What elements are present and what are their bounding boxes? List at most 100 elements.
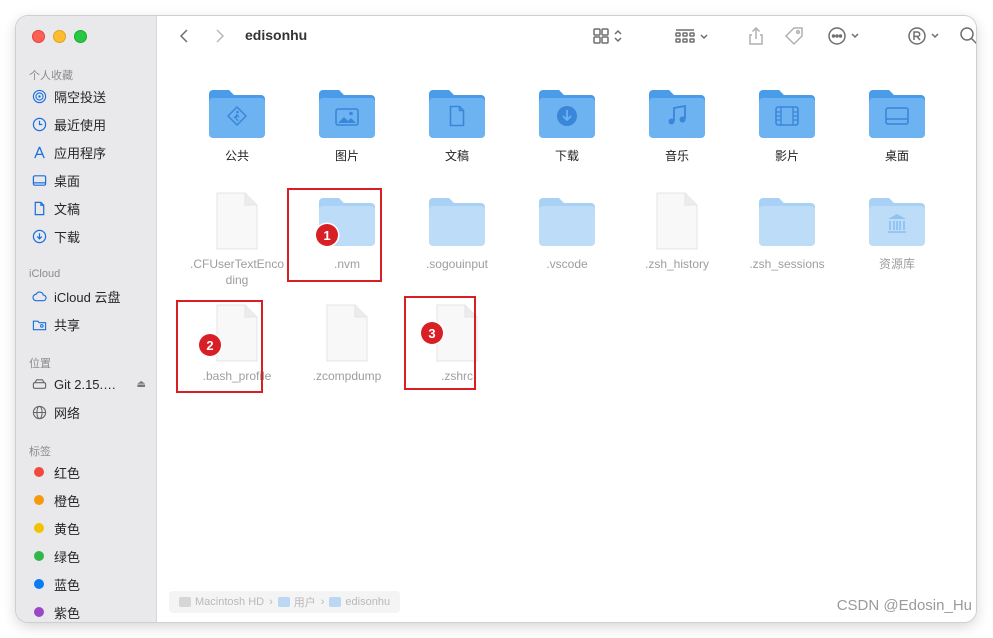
folder-zsh-sessions[interactable]: .zsh_sessions [737, 192, 837, 272]
share-button[interactable] [747, 26, 765, 46]
sidebar-item-applications[interactable]: 应用程序 [30, 141, 150, 163]
sidebar-item-label: 橙色 [54, 493, 81, 509]
path-segment-users[interactable]: 用户 [294, 594, 316, 610]
sidebar-item-recents[interactable]: 最近使用 [30, 113, 150, 135]
sidebar-item-tag-purple[interactable]: 紫色 [30, 601, 150, 622]
close-window-button[interactable] [32, 30, 45, 43]
folder-icon [425, 84, 489, 142]
sidebar-section-tags: 标签 [29, 446, 51, 458]
item-label: .zsh_history [644, 257, 710, 271]
registered-icon [908, 27, 939, 45]
tag-icon [784, 27, 803, 46]
folder-icon [535, 192, 599, 250]
red-tag-dot-icon [34, 467, 44, 477]
item-label: 下载 [554, 149, 579, 163]
toolbar: edisonhu [157, 16, 976, 56]
folder-pictures[interactable]: 图片 [297, 84, 397, 164]
back-button[interactable] [177, 26, 191, 46]
folder-desktop[interactable]: 桌面 [847, 84, 947, 164]
download-icon [557, 106, 577, 126]
sidebar-item-tag-orange[interactable]: 橙色 [30, 489, 150, 511]
path-segment-home[interactable]: edisonhu [345, 596, 390, 608]
sidebar-item-icloud-drive[interactable]: iCloud 云盘 [30, 285, 150, 307]
music-icon [668, 105, 686, 125]
purple-tag-dot-icon [34, 607, 44, 617]
yellow-tag-dot-icon [34, 523, 44, 533]
folder-icon [865, 84, 929, 142]
sidebar-item-desktop[interactable]: 桌面 [30, 169, 150, 191]
annotation-badge-2: 2 [199, 334, 221, 356]
sidebar-item-tag-yellow[interactable]: 黄色 [30, 517, 150, 539]
item-label: .zsh_sessions [749, 257, 825, 271]
desktop-icon [30, 171, 48, 189]
item-label: 桌面 [884, 149, 909, 163]
zoom-window-button[interactable] [74, 30, 87, 43]
forward-button[interactable] [213, 26, 227, 46]
path-segment-disk[interactable]: Macintosh HD [195, 596, 264, 608]
orange-tag-dot-icon [34, 495, 44, 505]
search-icon [960, 27, 976, 45]
item-label: 公共 [224, 149, 249, 163]
sidebar-item-airdrop[interactable]: 隔空投送 [30, 85, 150, 107]
file-cfusertextencoding[interactable]: .CFUserTextEncoding [187, 192, 287, 288]
folder-icon [755, 192, 819, 250]
group-button[interactable] [675, 26, 711, 46]
airdrop-icon [30, 87, 48, 105]
sidebar-item-shared[interactable]: 共享 [30, 313, 150, 335]
folder-vscode[interactable]: .vscode [517, 192, 617, 272]
chevron-right-icon [216, 29, 225, 43]
annotation-badge-1: 1 [316, 224, 338, 246]
sidebar-item-git-volume[interactable]: Git 2.15.… ⏏ [30, 373, 150, 395]
document-icon [449, 105, 465, 127]
folder-icon [865, 192, 929, 250]
sidebar: 个人收藏 隔空投送 最近使用 应用程序 桌面 文稿 下载 iCloud iClo… [16, 16, 157, 622]
folder-sogouinput[interactable]: .sogouinput [407, 192, 507, 272]
eject-icon[interactable]: ⏏ [137, 379, 146, 390]
group-grid-icon [675, 29, 708, 43]
blank-document-icon [205, 192, 269, 250]
item-label: .sogouinput [425, 257, 489, 271]
download-icon [30, 227, 48, 245]
blank-document-icon [315, 304, 379, 362]
sidebar-item-tag-blue[interactable]: 蓝色 [30, 573, 150, 595]
folder-icon [315, 84, 379, 142]
item-label: 文稿 [444, 149, 469, 163]
share-icon [749, 26, 763, 45]
chevron-right-icon: › [269, 596, 273, 608]
folder-icon [205, 84, 269, 142]
finder-window: 个人收藏 隔空投送 最近使用 应用程序 桌面 文稿 下载 iCloud iClo… [16, 16, 976, 622]
sidebar-item-downloads[interactable]: 下载 [30, 225, 150, 247]
folder-library[interactable]: 资源库 [847, 192, 947, 272]
folder-music[interactable]: 音乐 [627, 84, 727, 164]
folder-documents[interactable]: 文稿 [407, 84, 507, 164]
sidebar-section-icloud: iCloud [29, 268, 61, 280]
sidebar-item-label: iCloud 云盘 [54, 289, 121, 305]
applications-icon [30, 143, 48, 161]
sidebar-item-label: 紫色 [54, 605, 81, 621]
folder-downloads[interactable]: 下载 [517, 84, 617, 164]
folder-movies[interactable]: 影片 [737, 84, 837, 164]
folder-public[interactable]: 公共 [187, 84, 287, 164]
image-icon [335, 108, 359, 126]
more-actions-button[interactable] [827, 26, 863, 46]
item-label: 资源库 [878, 257, 915, 271]
search-button[interactable] [959, 26, 976, 46]
sidebar-item-tag-green[interactable]: 绿色 [30, 545, 150, 567]
file-zsh-history[interactable]: .zsh_history [627, 192, 727, 272]
minimize-window-button[interactable] [53, 30, 66, 43]
view-mode-button[interactable] [593, 26, 625, 46]
library-building-icon [888, 214, 906, 233]
sidebar-item-label: 共享 [54, 317, 81, 333]
sidebar-item-network[interactable]: 网络 [30, 401, 150, 423]
cloud-icon [30, 287, 48, 305]
window-controls [32, 30, 87, 43]
item-label: 影片 [774, 149, 799, 163]
clock-icon [30, 115, 48, 133]
tag-button[interactable] [783, 26, 805, 46]
file-zcompdump[interactable]: .zcompdump [297, 304, 397, 384]
sidebar-item-tag-red[interactable]: 红色 [30, 461, 150, 483]
ellipsis-circle-icon [828, 27, 859, 45]
item-label: .zcompdump [312, 369, 382, 383]
sidebar-item-documents[interactable]: 文稿 [30, 197, 150, 219]
extension-button[interactable] [907, 26, 943, 46]
